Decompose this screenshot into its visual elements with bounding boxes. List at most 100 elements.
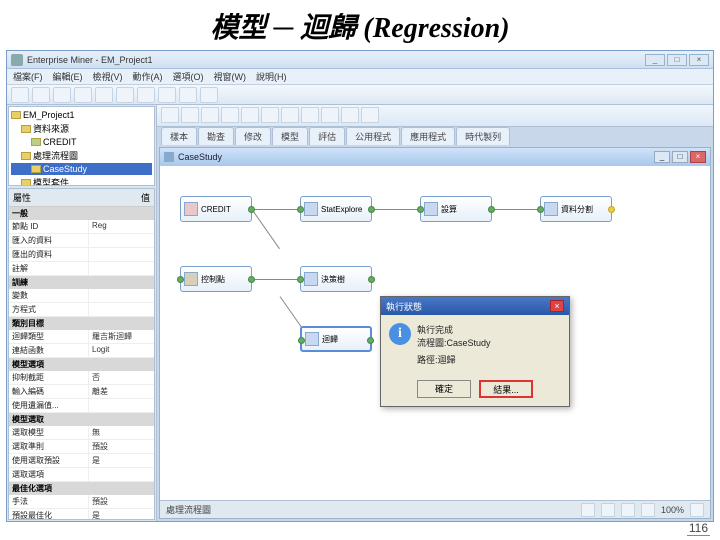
props-row[interactable]: 連結函數Logit — [9, 344, 154, 358]
node-credit[interactable]: CREDIT — [180, 196, 252, 222]
palette-icon[interactable] — [241, 107, 259, 123]
diagram-min-button[interactable]: _ — [654, 151, 670, 163]
props-row[interactable]: 迴歸類型羅吉斯迴歸 — [9, 330, 154, 344]
menu-help[interactable]: 說明(H) — [256, 70, 287, 83]
props-row[interactable]: 選取選項 — [9, 468, 154, 482]
props-row[interactable]: 使用遺漏值... — [9, 399, 154, 413]
project-tree[interactable]: EM_Project1 資料來源 CREDIT 處理流程圖 CaseStudy … — [8, 106, 155, 186]
diagram-canvas[interactable]: CREDIT StatExplore 設算 — [160, 166, 710, 500]
props-row[interactable]: 預設最佳化是 — [9, 509, 154, 520]
props-row[interactable]: 輸入編碼離差 — [9, 385, 154, 399]
tree-row[interactable]: CREDIT — [11, 136, 152, 148]
node-decision-tree[interactable]: 決策樹 — [300, 266, 372, 292]
props-row[interactable]: 手法預設 — [9, 495, 154, 509]
toolbar-button[interactable] — [158, 87, 176, 103]
palette-icon[interactable] — [201, 107, 219, 123]
minimize-button[interactable]: _ — [645, 54, 665, 66]
props-section: 訓練 — [9, 276, 154, 289]
toolbar-button[interactable] — [200, 87, 218, 103]
props-section: 一般 — [9, 207, 154, 220]
maximize-button[interactable]: □ — [667, 54, 687, 66]
ok-button[interactable]: 確定 — [417, 380, 471, 398]
palette-icon[interactable] — [341, 107, 359, 123]
props-row[interactable]: 註解 — [9, 262, 154, 276]
toolbar-button[interactable] — [95, 87, 113, 103]
toolbar-button[interactable] — [32, 87, 50, 103]
menu-view[interactable]: 檢視(V) — [93, 70, 123, 83]
zoom-out-icon[interactable] — [621, 503, 635, 517]
explore-icon — [304, 202, 318, 216]
palette-icon[interactable] — [181, 107, 199, 123]
tab-explore[interactable]: 勘查 — [198, 127, 234, 145]
tree-row[interactable]: 模型套件 — [11, 175, 152, 186]
menu-options[interactable]: 選項(O) — [173, 70, 204, 83]
menu-window[interactable]: 視窗(W) — [214, 70, 247, 83]
menu-action[interactable]: 動作(A) — [133, 70, 163, 83]
palette-icon[interactable] — [321, 107, 339, 123]
props-row[interactable]: 方程式 — [9, 303, 154, 317]
diagram-close-button[interactable]: × — [690, 151, 706, 163]
toolbar-button[interactable] — [53, 87, 71, 103]
toolbar — [7, 85, 713, 105]
toolbar-button[interactable] — [11, 87, 29, 103]
tab-apps[interactable]: 應用程式 — [401, 127, 455, 145]
info-icon: i — [389, 323, 411, 345]
nav-button[interactable] — [601, 503, 615, 517]
tab-model[interactable]: 模型 — [272, 127, 308, 145]
toolbar-button[interactable] — [74, 87, 92, 103]
results-button[interactable]: 結果... — [479, 380, 533, 398]
port-icon — [298, 337, 305, 344]
left-panel: EM_Project1 資料來源 CREDIT 處理流程圖 CaseStudy … — [7, 105, 157, 521]
tab-sample[interactable]: 樣本 — [161, 127, 197, 145]
toolbar-button[interactable] — [137, 87, 155, 103]
toolbar-button[interactable] — [116, 87, 134, 103]
tree-row-selected[interactable]: CaseStudy — [11, 163, 152, 175]
nav-button[interactable] — [581, 503, 595, 517]
props-row[interactable]: 選取模型無 — [9, 426, 154, 440]
folder-icon — [21, 179, 31, 187]
tree-row[interactable]: 處理流程圖 — [11, 148, 152, 163]
props-row[interactable]: 使用選取預設是 — [9, 454, 154, 468]
node-impute[interactable]: 設算 — [420, 196, 492, 222]
props-row[interactable]: 變數 — [9, 289, 154, 303]
app-title: Enterprise Miner - EM_Project1 — [27, 55, 645, 65]
port-icon — [368, 206, 375, 213]
tab-modify[interactable]: 修改 — [235, 127, 271, 145]
tab-utility[interactable]: 公用程式 — [346, 127, 400, 145]
props-row[interactable]: 匯出的資料 — [9, 248, 154, 262]
node-regression[interactable]: 迴歸 — [300, 326, 372, 352]
tab-series[interactable]: 時代製列 — [456, 127, 510, 145]
dialog-close-button[interactable]: × — [550, 300, 564, 312]
props-row[interactable]: 選取準則預設 — [9, 440, 154, 454]
port-icon — [248, 206, 255, 213]
slide-number: 116 — [687, 521, 710, 536]
props-row[interactable]: 節點 IDReg — [9, 220, 154, 234]
refresh-icon[interactable] — [690, 503, 704, 517]
menu-edit[interactable]: 編輯(E) — [53, 70, 83, 83]
palette-icon[interactable] — [161, 107, 179, 123]
palette-icon[interactable] — [281, 107, 299, 123]
palette-icon[interactable] — [221, 107, 239, 123]
tree-row[interactable]: 資料來源 — [11, 121, 152, 136]
node-partition[interactable]: 資料分割 — [540, 196, 612, 222]
menu-file[interactable]: 檔案(F) — [13, 70, 43, 83]
zoom-in-icon[interactable] — [641, 503, 655, 517]
props-row[interactable]: 匯入的資料 — [9, 234, 154, 248]
toolbar-button[interactable] — [179, 87, 197, 103]
diagram-max-button[interactable]: □ — [672, 151, 688, 163]
run-status-dialog: 執行狀態 × i 執行完成 流程圖:CaseStudy 路徑 — [380, 296, 570, 407]
tree-row[interactable]: EM_Project1 — [11, 109, 152, 121]
palette-icon[interactable] — [361, 107, 379, 123]
palette-icon[interactable] — [301, 107, 319, 123]
port-icon — [488, 206, 495, 213]
tab-assess[interactable]: 評估 — [309, 127, 345, 145]
node-statexplore[interactable]: StatExplore — [300, 196, 372, 222]
zoom-level: 100% — [661, 505, 684, 515]
props-row[interactable]: 抑制截距否 — [9, 371, 154, 385]
node-control[interactable]: 控制點 — [180, 266, 252, 292]
close-button[interactable]: × — [689, 54, 709, 66]
tree-icon — [304, 272, 318, 286]
palette-icon[interactable] — [261, 107, 279, 123]
port-icon — [297, 206, 304, 213]
app-window: Enterprise Miner - EM_Project1 _ □ × 檔案(… — [6, 50, 714, 522]
